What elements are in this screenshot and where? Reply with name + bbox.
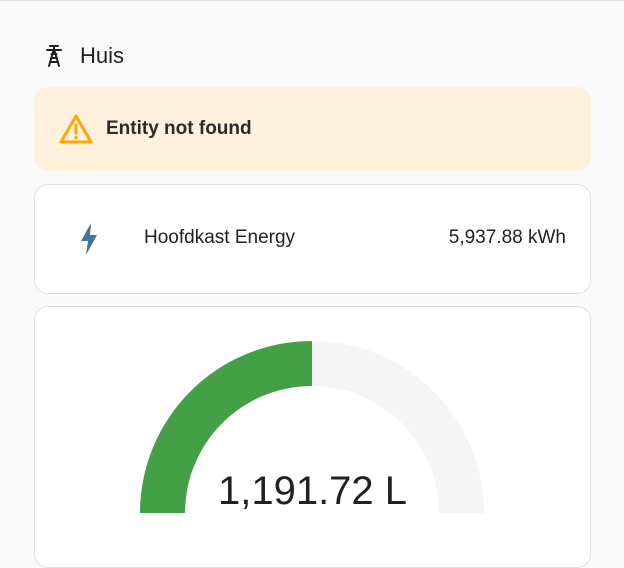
entity-not-found-warning: Entity not found <box>34 87 591 171</box>
entity-name[interactable]: Hoofdkast Energy <box>144 227 295 249</box>
gauge-value: 1,191.72 L <box>217 469 408 513</box>
top-divider <box>0 0 624 1</box>
alert-triangle-icon <box>58 111 94 147</box>
transmission-tower-icon <box>42 44 66 68</box>
gauge <box>140 341 484 513</box>
gauge-card[interactable]: 1,191.72 L <box>34 306 591 568</box>
lightning-bolt-icon[interactable] <box>77 221 101 257</box>
warning-text: Entity not found <box>106 118 252 139</box>
section-title: Huis <box>80 43 125 68</box>
entity-state-value[interactable]: 5,937.88 kWh <box>449 227 566 249</box>
section-header: Huis <box>42 40 124 72</box>
entity-card: Hoofdkast Energy 5,937.88 kWh <box>34 184 591 294</box>
